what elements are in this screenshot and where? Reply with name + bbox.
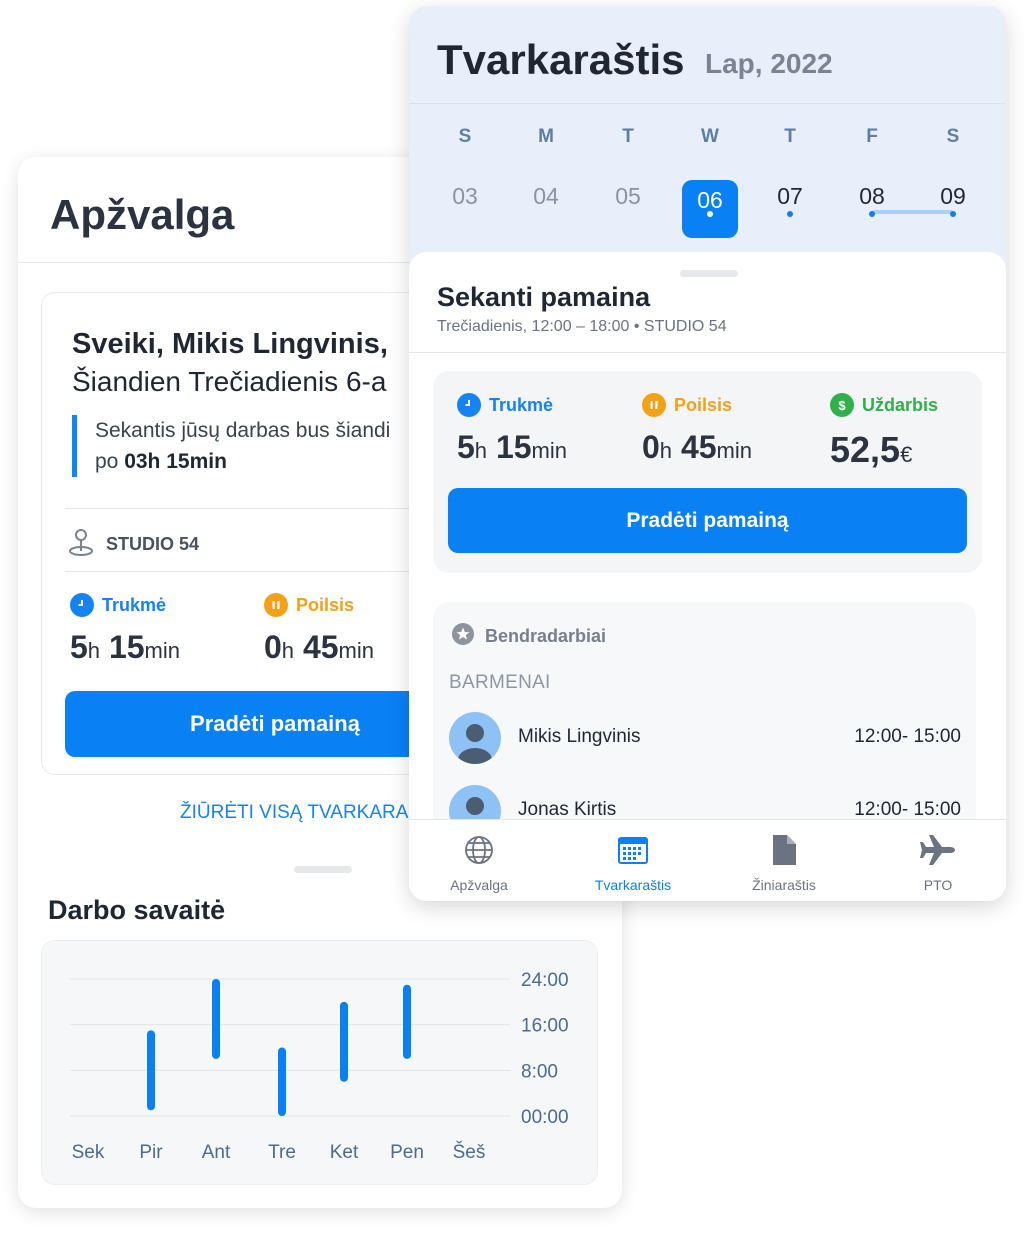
break-value: 0h 45min [264, 629, 374, 665]
view-schedule-link[interactable]: ŽIŪRĖTI VISĄ TVARKARAŠ [180, 802, 421, 824]
duration-stat: Trukmė 5h 15min [70, 593, 180, 666]
coworker-row[interactable]: Mikis Lingvinis 12:00- 15:00 [449, 712, 961, 764]
shift-bar [403, 984, 411, 1059]
y-tick-label: 00:00 [521, 1107, 569, 1128]
earnings-label: Uždarbis [862, 394, 939, 415]
day-selected[interactable]: 06 [682, 180, 738, 238]
break-label: Poilsis [674, 394, 733, 415]
tab-schedule[interactable]: Tvarkaraštis [563, 832, 703, 893]
schedule-screen: Tvarkaraštis Lap, 2022 S 03 M 04 T 05 W 06 T 07 F 0… [409, 6, 1006, 901]
duration-label: Trukmė [489, 394, 554, 415]
clock-icon [457, 393, 481, 417]
x-tick-label: Pir [139, 1142, 163, 1163]
greeting-name: Sveiki, Mikis Lingvinis, [72, 328, 388, 360]
shift-bar [147, 1030, 155, 1111]
divider [409, 352, 1006, 353]
break-label: Poilsis [296, 594, 355, 615]
duration-label: Trukmė [102, 594, 167, 615]
x-tick-label: Šeš [453, 1141, 486, 1163]
welcome-card: Sveiki, Mikis Lingvinis, Šiandien Trečia… [41, 292, 485, 775]
break-stat: Poilsis 0h 45min [642, 393, 752, 466]
x-tick-label: Pen [390, 1142, 424, 1163]
page-title: Tvarkaraštis [437, 36, 685, 83]
shift-bar [340, 1001, 348, 1082]
x-tick-label: Ant [202, 1142, 231, 1163]
page-title: Apžvalga [50, 191, 235, 238]
earnings-stat: $ Uždarbis 52,5€ [830, 393, 938, 471]
clock-icon [70, 593, 94, 617]
day-number[interactable]: 09 [925, 180, 981, 238]
next-shift-sheet: Sekanti pamaina Trečiadienis, 12:00 – 18… [409, 252, 1006, 901]
day-number[interactable]: 08 [844, 180, 900, 238]
next-shift-details: Trečiadienis, 12:00 – 18:00 • STUDIO 54 [437, 318, 727, 335]
next-job-countdown: po 03h 15min [95, 450, 227, 473]
day-shift-dot [950, 211, 956, 217]
break-stat: Poilsis 0h 45min [264, 593, 374, 666]
work-week-title: Darbo savaitė [48, 895, 226, 925]
coworker-name: Mikis Lingvinis [518, 726, 641, 747]
pause-icon [264, 593, 288, 617]
avatar [449, 712, 501, 764]
duration-value: 5h 15min [70, 629, 180, 665]
document-icon [714, 832, 854, 868]
month-label[interactable]: Lap, 2022 [705, 48, 833, 80]
shift-bar [278, 1047, 286, 1116]
drag-handle[interactable] [294, 866, 352, 873]
start-shift-button[interactable]: Pradėti pamainą [448, 488, 967, 553]
duration-stat: Trukmė 5h 15min [457, 393, 567, 466]
duration-value: 5h 15min [457, 429, 567, 465]
y-tick-label: 8:00 [521, 1061, 558, 1082]
day-letter: S [946, 126, 960, 147]
day-number[interactable]: 07 [762, 180, 818, 238]
work-week-chart-svg: 24:00 16:00 8:00 00:00 Sek Pir Ant Tre Ket Pen Šeš [70, 970, 569, 1163]
day-shift-dot [869, 211, 875, 217]
day-letter: S [458, 126, 472, 147]
x-tick-label: Sek [72, 1142, 105, 1163]
day-shift-dot [707, 211, 713, 217]
tab-pto[interactable]: PTO [868, 832, 1006, 893]
day-number[interactable]: 04 [518, 180, 574, 238]
tab-timesheet[interactable]: Žiniaraštis [714, 832, 854, 893]
coworker-name: Jonas Kirtis [518, 799, 617, 820]
location-name: STUDIO 54 [106, 534, 200, 554]
shift-info-box: Trukmė 5h 15min Poilsis 0h 45min $ Uždar… [433, 371, 982, 573]
airplane-icon [868, 832, 1006, 868]
next-shift-title: Sekanti pamaina [437, 282, 651, 312]
day-letter: F [866, 126, 878, 147]
earnings-value: 52,5€ [830, 429, 913, 470]
star-icon [451, 622, 475, 651]
day-letter: W [701, 126, 719, 147]
calendar-header: Tvarkaraštis Lap, 2022 S 03 M 04 T 05 W 06 T 07 F 0… [409, 6, 1006, 276]
greeting-date: Šiandien Trečiadienis 6-a [72, 366, 387, 397]
day-letter: T [784, 126, 796, 147]
break-value: 0h 45min [642, 429, 752, 465]
shift-bar [212, 979, 220, 1059]
day-number[interactable]: 03 [437, 180, 493, 238]
x-tick-label: Ket [330, 1142, 359, 1163]
drag-handle[interactable] [680, 270, 738, 277]
bottom-tab-bar: Apžvalga Tvarkaraštis Žiniaraštis PTO [409, 819, 1006, 901]
coworker-time: 12:00- 15:00 [854, 726, 961, 747]
next-job-text: Sekantis jūsų darbas bus šiandi [95, 419, 391, 442]
x-tick-label: Tre [268, 1142, 296, 1163]
day-letter: M [538, 126, 554, 147]
pause-icon [642, 393, 666, 417]
day-letter: T [622, 126, 634, 147]
group-label: BARMENAI [449, 672, 551, 693]
coworkers-header: Bendradarbiai [451, 622, 606, 651]
y-tick-label: 16:00 [521, 1016, 569, 1037]
globe-icon [409, 832, 549, 868]
calendar-icon [563, 832, 703, 868]
divider [409, 103, 1006, 104]
location-row: STUDIO 54 [66, 527, 199, 562]
tab-overview[interactable]: Apžvalga [409, 832, 549, 893]
next-job-note: Sekantis jūsų darbas bus šiandi po 03h 1… [72, 415, 390, 477]
y-tick-label: 24:00 [521, 970, 569, 991]
work-week-chart: 24:00 16:00 8:00 00:00 Sek Pir Ant Tre Ket Pen Šeš [41, 940, 598, 1185]
location-pin-icon [66, 527, 96, 562]
day-shift-dot [787, 211, 793, 217]
day-number[interactable]: 05 [600, 180, 656, 238]
coworker-time: 12:00- 15:00 [854, 799, 961, 820]
dollar-icon: $ [830, 393, 854, 417]
